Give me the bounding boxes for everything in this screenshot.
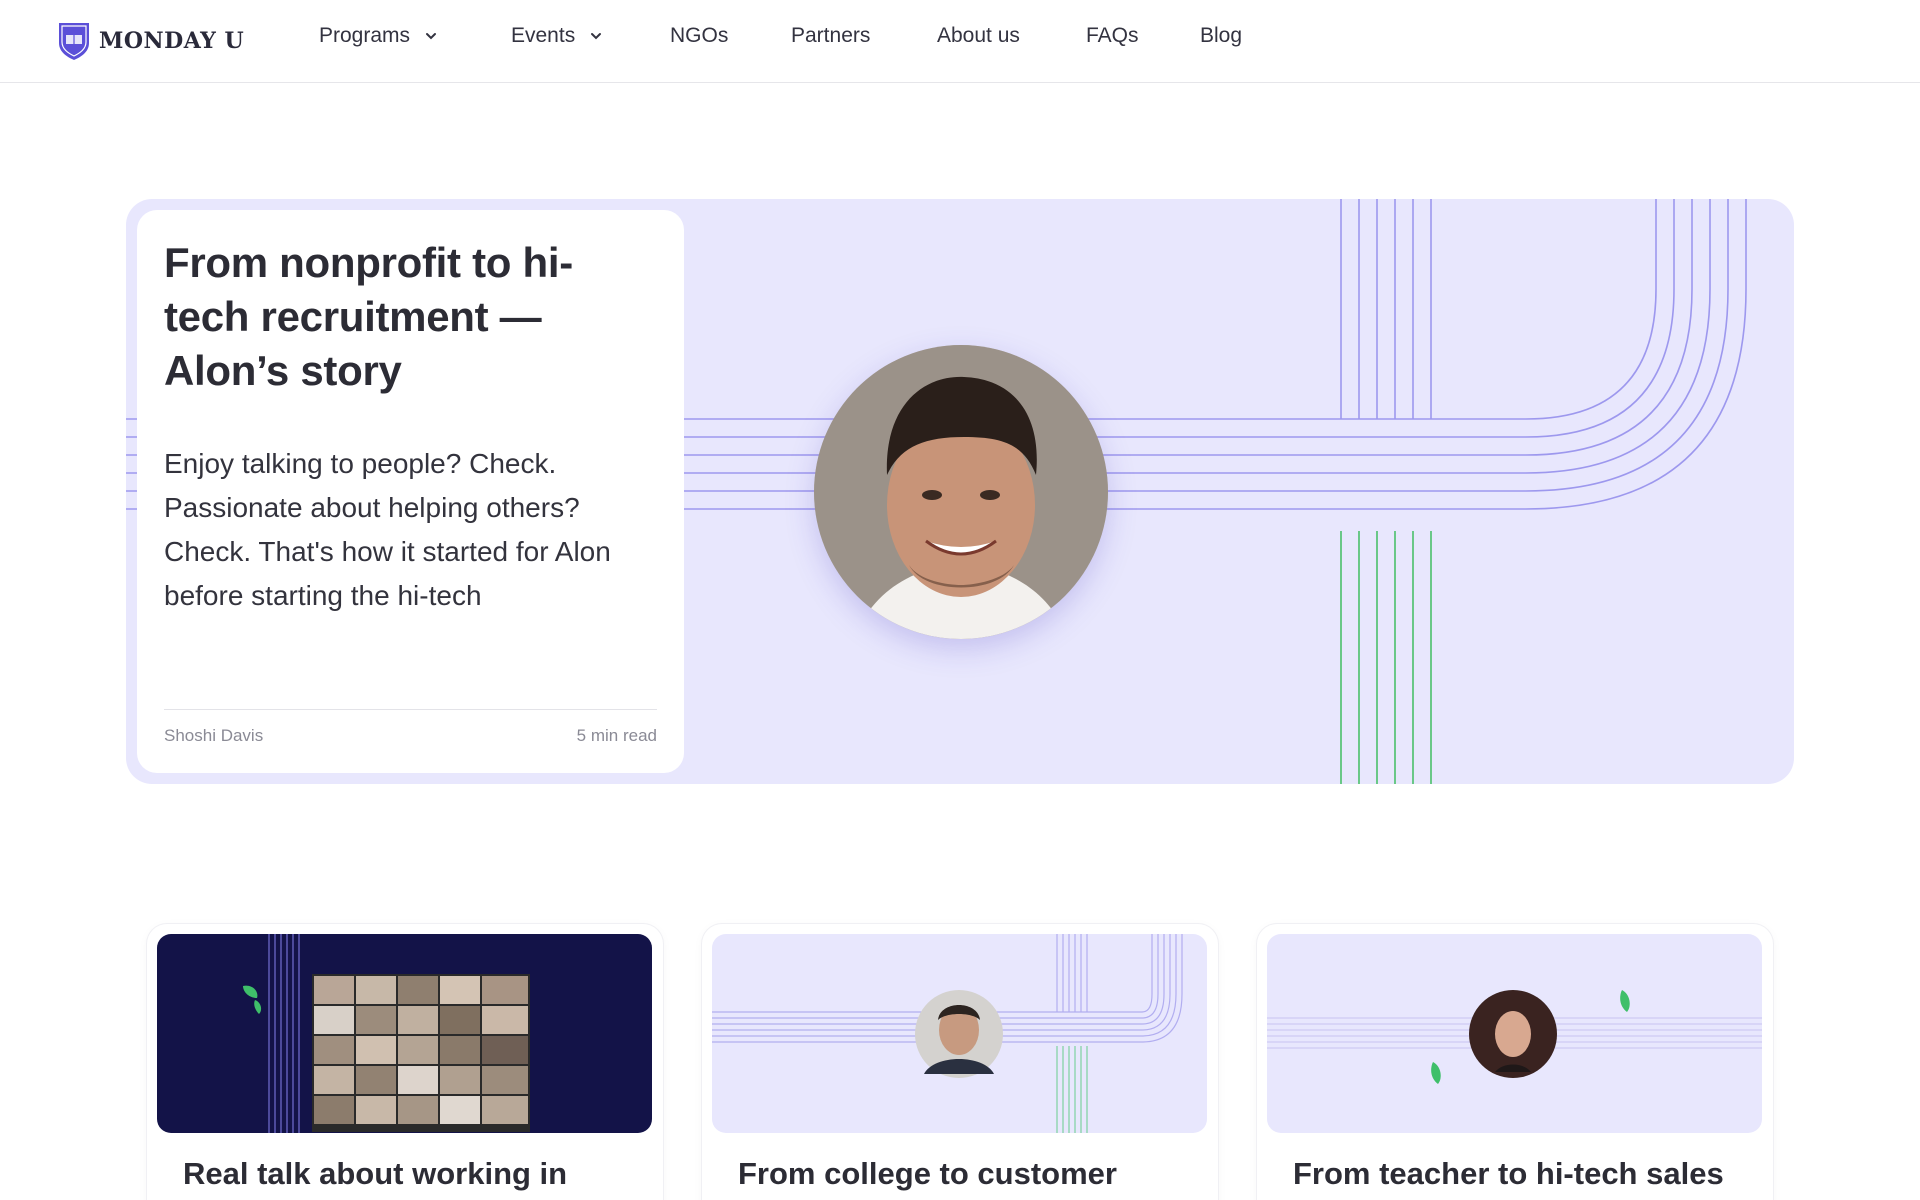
nav-item-faqs[interactable]: FAQs bbox=[1086, 24, 1139, 48]
brand-name: MONDAY U bbox=[99, 28, 245, 54]
nav-item-label: NGOs bbox=[670, 24, 729, 47]
nav-item-about-us[interactable]: About us bbox=[937, 24, 1020, 48]
chevron-down-icon bbox=[426, 33, 437, 40]
featured-post-excerpt: Enjoy talking to people? Check. Passiona… bbox=[164, 448, 611, 611]
nav-item-label: Programs bbox=[319, 24, 411, 47]
post-card[interactable]: Real talk about working in bbox=[147, 924, 663, 1200]
featured-post-card[interactable]: From nonprofit to hi-tech recruitment — … bbox=[137, 210, 684, 773]
nav-item-label: Partners bbox=[791, 24, 871, 47]
nav-item-label: About us bbox=[937, 24, 1020, 47]
post-card-image bbox=[1267, 934, 1762, 1133]
nav-item-label: Blog bbox=[1200, 24, 1243, 47]
post-card[interactable]: From teacher to hi-tech sales bbox=[1257, 924, 1773, 1200]
author-name: Shoshi Davis bbox=[164, 726, 264, 745]
home-logo-link[interactable]: MONDAY U bbox=[57, 20, 244, 62]
read-time: 5 min read bbox=[576, 726, 657, 745]
nav-item-partners[interactable]: Partners bbox=[791, 24, 870, 48]
featured-post-title[interactable]: From nonprofit to hi-tech recruitment — … bbox=[164, 236, 657, 398]
nav-item-label: FAQs bbox=[1086, 24, 1139, 47]
top-navigation: MONDAY U Programs Events NGOs Partners A… bbox=[0, 0, 1920, 83]
chevron-down-icon bbox=[591, 33, 602, 40]
author-portrait bbox=[814, 345, 1108, 639]
nav-item-blog[interactable]: Blog bbox=[1200, 24, 1242, 48]
nav-item-label: Events bbox=[511, 24, 576, 47]
post-card-image bbox=[157, 934, 652, 1133]
nav-item-events[interactable]: Events bbox=[511, 24, 603, 48]
post-card[interactable]: From college to customer bbox=[702, 924, 1218, 1200]
nav-item-ngos[interactable]: NGOs bbox=[670, 24, 728, 48]
post-card-title[interactable]: From college to customer bbox=[738, 1156, 1117, 1192]
post-card-title[interactable]: From teacher to hi-tech sales bbox=[1293, 1156, 1724, 1192]
featured-post-meta: Shoshi Davis 5 min read bbox=[164, 709, 657, 746]
shield-logo-icon bbox=[59, 23, 89, 60]
featured-post[interactable]: From nonprofit to hi-tech recruitment — … bbox=[126, 199, 1794, 784]
nav-item-programs[interactable]: Programs bbox=[319, 24, 438, 48]
post-card-title[interactable]: Real talk about working in bbox=[183, 1156, 567, 1192]
post-card-image bbox=[712, 934, 1207, 1133]
